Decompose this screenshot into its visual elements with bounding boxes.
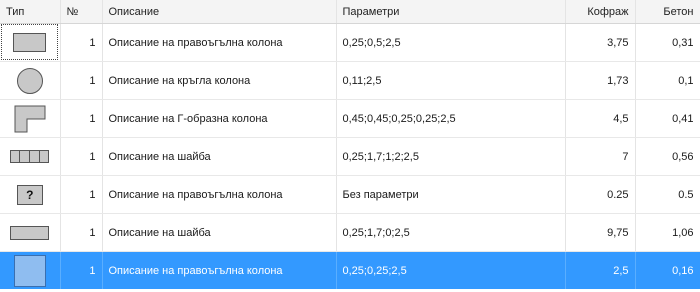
type-cell[interactable]	[0, 251, 61, 289]
formwork-cell[interactable]: 3,75	[565, 23, 636, 62]
table-row[interactable]: 1 Описание на Г-образна колона 0,45;0,45…	[0, 99, 700, 138]
table-row[interactable]: 1 Описание на шайба 0,25;1,7;1;2;2,5 7 0…	[0, 137, 700, 176]
type-cell[interactable]	[0, 61, 61, 100]
formwork-cell[interactable]: 9,75	[565, 213, 636, 252]
parameters-cell[interactable]: 0,25;0,5;2,5	[336, 23, 566, 62]
description-cell[interactable]: Описание на правоъгълна колона	[102, 251, 337, 289]
concrete-cell[interactable]: 1,06	[635, 213, 700, 252]
type-cell[interactable]	[0, 23, 61, 62]
column-header-formwork[interactable]: Кофраж	[565, 0, 636, 24]
column-header-parameters[interactable]: Параметри	[336, 0, 566, 24]
number-cell[interactable]: 1	[60, 23, 103, 62]
formwork-cell[interactable]: 0.25	[565, 175, 636, 214]
number-cell[interactable]: 1	[60, 251, 103, 289]
formwork-cell[interactable]: 1,73	[565, 61, 636, 100]
formwork-cell[interactable]: 2,5	[565, 251, 636, 289]
column-header-number[interactable]: №	[60, 0, 103, 24]
concrete-cell[interactable]: 0,31	[635, 23, 700, 62]
elements-table: Тип № Описание Параметри Кофраж Бетон 1 …	[0, 0, 700, 292]
description-cell[interactable]: Описание на правоъгълна колона	[102, 23, 337, 62]
description-cell[interactable]: Описание на шайба	[102, 137, 337, 176]
concrete-cell[interactable]: 0,1	[635, 61, 700, 100]
table-header-row: Тип № Описание Параметри Кофраж Бетон	[0, 0, 700, 24]
column-header-concrete[interactable]: Бетон	[635, 0, 700, 24]
table-row[interactable]: 1 Описание на шайба 0,25;1,7;0;2,5 9,75 …	[0, 213, 700, 252]
parameters-cell[interactable]: 0,11;2,5	[336, 61, 566, 100]
column-header-description[interactable]: Описание	[102, 0, 337, 24]
parameters-cell[interactable]: 0,45;0,45;0,25;0,25;2,5	[336, 99, 566, 138]
column-header-type[interactable]: Тип	[0, 0, 61, 24]
number-cell[interactable]: 1	[60, 213, 103, 252]
formwork-cell[interactable]: 7	[565, 137, 636, 176]
description-cell[interactable]: Описание на Г-образна колона	[102, 99, 337, 138]
parameters-cell[interactable]: Без параметри	[336, 175, 566, 214]
formwork-cell[interactable]: 4,5	[565, 99, 636, 138]
number-cell[interactable]: 1	[60, 61, 103, 100]
table-row[interactable]: ? 1 Описание на правоъгълна колона Без п…	[0, 175, 700, 214]
parameters-cell[interactable]: 0,25;0,25;2,5	[336, 251, 566, 289]
l-shaped-column-icon	[14, 105, 46, 132]
table-row-selected[interactable]: 1 Описание на правоъгълна колона 0,25;0,…	[0, 251, 700, 289]
rectangular-column-selected-icon	[13, 254, 46, 287]
number-cell[interactable]: 1	[60, 137, 103, 176]
type-cell[interactable]	[0, 99, 61, 138]
number-cell[interactable]: 1	[60, 99, 103, 138]
round-column-icon	[16, 67, 43, 94]
wall-segment-icon	[10, 150, 50, 163]
type-cell[interactable]	[0, 213, 61, 252]
table-row[interactable]: 1 Описание на правоъгълна колона 0,25;0,…	[0, 23, 700, 62]
type-cell[interactable]	[0, 137, 61, 176]
parameters-cell[interactable]: 0,25;1,7;0;2,5	[336, 213, 566, 252]
concrete-cell[interactable]: 0,16	[635, 251, 700, 289]
description-cell[interactable]: Описание на шайба	[102, 213, 337, 252]
number-cell[interactable]: 1	[60, 175, 103, 214]
rectangular-column-icon	[13, 33, 47, 52]
concrete-cell[interactable]: 0,41	[635, 99, 700, 138]
table-row[interactable]: 1 Описание на кръгла колона 0,11;2,5 1,7…	[0, 61, 700, 100]
concrete-cell[interactable]: 0,56	[635, 137, 700, 176]
type-cell[interactable]: ?	[0, 175, 61, 214]
description-cell[interactable]: Описание на правоъгълна колона	[102, 175, 337, 214]
concrete-cell[interactable]: 0.5	[635, 175, 700, 214]
parameters-cell[interactable]: 0,25;1,7;1;2;2,5	[336, 137, 566, 176]
wall-icon	[10, 225, 50, 240]
question-mark-icon: ?	[16, 184, 43, 205]
description-cell[interactable]: Описание на кръгла колона	[102, 61, 337, 100]
